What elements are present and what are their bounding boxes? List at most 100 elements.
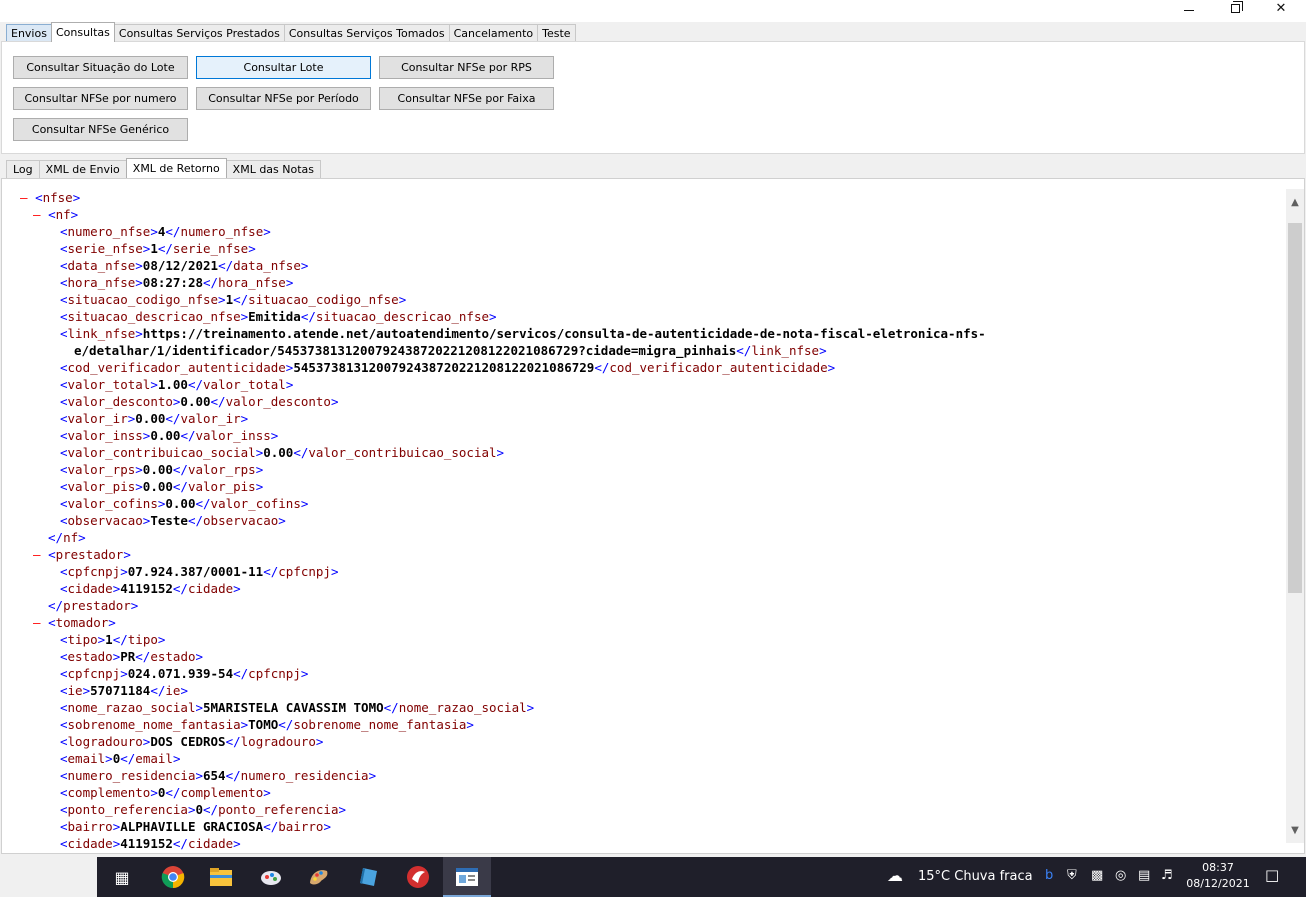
file-explorer-icon[interactable]: [207, 863, 235, 891]
xml-value: PR: [120, 649, 136, 664]
xml-tag: cod_verificador_autenticidade: [67, 360, 286, 375]
title-bar: ✕: [0, 0, 1306, 22]
xml-tag: link_nfse: [751, 343, 820, 358]
tab-consultas-servicos-tomados[interactable]: Consultas Serviços Tomados: [283, 24, 450, 42]
xml-value: TOMO: [248, 717, 279, 732]
xml-tag: valor_total: [203, 377, 286, 392]
task-view-icon[interactable]: ▦: [108, 863, 136, 891]
tab-teste[interactable]: Teste: [537, 24, 576, 42]
xml-value: 654: [203, 768, 226, 783]
xml-tag: logradouro: [240, 734, 316, 749]
xml-leaf-valor_desconto: <valor_desconto>0.00</valor_desconto>: [60, 394, 339, 409]
consultar-nfse-rps-button[interactable]: Consultar NFSe por RPS: [379, 56, 554, 79]
xml-leaf-ie: <ie>57071184</ie>: [60, 683, 188, 698]
xml-tag: sobrenome_nome_fantasia: [67, 717, 241, 732]
network-icon[interactable]: ▤: [1138, 868, 1150, 883]
vertical-scrollbar[interactable]: ▲ ▼: [1286, 189, 1304, 843]
notebook-icon[interactable]: [355, 863, 383, 891]
tab-consultas-servicos-prestados[interactable]: Consultas Serviços Prestados: [113, 24, 285, 42]
collapse-toggle-icon[interactable]: –: [33, 615, 48, 630]
xml-leaf-email: <email>0</email>: [60, 751, 181, 766]
scroll-up-icon[interactable]: ▲: [1286, 193, 1304, 211]
xml-viewer[interactable]: – <nfse> – <nf> <numero_nfse>4</numero_nfs…: [1, 178, 1305, 854]
xml-tag: email: [135, 751, 173, 766]
tab-cancelamento[interactable]: Cancelamento: [448, 24, 539, 42]
app-tray-icon[interactable]: ▩: [1091, 868, 1103, 883]
xml-leaf-ponto_referencia: <ponto_referencia>0</ponto_referencia>: [60, 802, 347, 817]
xml-value: 0.00: [180, 394, 211, 409]
xml-tag: estado: [150, 649, 196, 664]
xml-leaf-valor_contribuicao_social: <valor_contribuicao_social>0.00</valor_c…: [60, 445, 505, 460]
xml-tag: ponto_referencia: [218, 802, 339, 817]
xml-leaf-cod_verificador_autenticidade: <cod_verificador_autenticidade>545373813…: [60, 360, 836, 375]
volume-icon[interactable]: ♬: [1161, 868, 1173, 883]
xml-leaf-complemento: <complemento>0</complemento>: [60, 785, 271, 800]
maximize-button[interactable]: [1212, 0, 1258, 16]
chrome-icon[interactable]: [159, 863, 187, 891]
xml-leaf-data_nfse: <data_nfse>08/12/2021</data_nfse>: [60, 258, 309, 273]
meet-now-icon[interactable]: ◎: [1115, 868, 1126, 883]
xml-leaf-cidade: <cidade>4119152</cidade>: [60, 581, 241, 596]
xml-tag: cpfcnpj: [278, 564, 331, 579]
xml-tag: valor_desconto: [67, 394, 173, 409]
close-icon: ✕: [1275, 0, 1287, 16]
scroll-down-icon[interactable]: ▼: [1286, 821, 1304, 839]
xml-tag: valor_desconto: [225, 394, 331, 409]
xml-value: DOS CEDROS: [150, 734, 226, 749]
xml-value: 08/12/2021: [142, 258, 219, 273]
xml-tag: tipo: [127, 632, 158, 647]
tab-envios[interactable]: Envios: [6, 24, 52, 42]
clock[interactable]: 08:37 08/12/2021: [1186, 860, 1250, 892]
consultar-nfse-periodo-button[interactable]: Consultar NFSe por Período: [196, 87, 371, 110]
collapse-toggle-icon[interactable]: –: [20, 190, 35, 205]
consultar-nfse-faixa-button[interactable]: Consultar NFSe por Faixa: [379, 87, 554, 110]
collapse-toggle-icon[interactable]: –: [33, 207, 48, 222]
restore-icon: [1230, 0, 1243, 13]
weather-text[interactable]: 15°C Chuva fraca: [918, 869, 1033, 884]
xml-value: 07.924.387/0001-11: [127, 564, 264, 579]
tab-consultas[interactable]: Consultas: [50, 22, 115, 42]
xml-tag: data_nfse: [67, 258, 136, 273]
consultar-nfse-numero-button[interactable]: Consultar NFSe por numero: [13, 87, 188, 110]
xml-tag: valor_rps: [67, 462, 136, 477]
close-button[interactable]: ✕: [1258, 0, 1304, 16]
xml-value: 1.00: [157, 377, 188, 392]
delphi-icon[interactable]: [404, 863, 432, 891]
xml-value: 4119152: [120, 581, 173, 596]
collapse-toggle-icon[interactable]: –: [33, 547, 48, 562]
xml-leaf-observacao: <observacao>Teste</observacao>: [60, 513, 286, 528]
paint-app-icon[interactable]: [257, 863, 285, 891]
palette-icon[interactable]: [305, 863, 333, 891]
xml-leaf-sobrenome_nome_fantasia: <sobrenome_nome_fantasia>TOMO</sobrenome…: [60, 717, 474, 732]
xml-leaf-logradouro: <logradouro>DOS CEDROS</logradouro>: [60, 734, 324, 749]
xml-value: Teste: [150, 513, 188, 528]
consultar-nfse-generico-button[interactable]: Consultar NFSe Genérico: [13, 118, 188, 141]
xml-leaf-valor_total: <valor_total>1.00</valor_total>: [60, 377, 294, 392]
bing-icon[interactable]: b: [1045, 868, 1053, 883]
xml-leaf-cidade: <cidade>4119152</cidade>: [60, 836, 241, 851]
xml-close-nf: </nf>: [48, 530, 86, 545]
tab-xml-envio[interactable]: XML de Envio: [38, 160, 127, 178]
scroll-thumb[interactable]: [1288, 223, 1302, 593]
active-app-window-icon[interactable]: [453, 863, 481, 891]
consultar-situacao-lote-button[interactable]: Consultar Situação do Lote: [13, 56, 188, 79]
xml-tag: hora_nfse: [67, 275, 136, 290]
consultar-lote-button[interactable]: Consultar Lote: [196, 56, 371, 79]
xml-tag: cidade: [187, 581, 234, 596]
notifications-icon[interactable]: □: [1265, 866, 1279, 884]
xml-tag: cidade: [67, 581, 113, 596]
xml-tag: tipo: [67, 632, 98, 647]
xml-tag: logradouro: [67, 734, 143, 749]
xml-tag: numero_nfse: [180, 224, 264, 239]
tab-xml-retorno[interactable]: XML de Retorno: [125, 158, 227, 178]
xml-value: 1: [150, 241, 158, 256]
xml-tag: bairro: [278, 819, 324, 834]
cloud-weather-icon[interactable]: ☁: [887, 866, 903, 885]
tab-log[interactable]: Log: [6, 160, 40, 178]
minimize-button[interactable]: [1166, 0, 1212, 16]
clock-date: 08/12/2021: [1186, 877, 1250, 890]
shield-icon[interactable]: ⛨: [1067, 868, 1077, 883]
xml-tag: valor_cofins: [210, 496, 301, 511]
xml-value: 1: [105, 632, 113, 647]
tab-xml-notas[interactable]: XML das Notas: [225, 160, 322, 178]
